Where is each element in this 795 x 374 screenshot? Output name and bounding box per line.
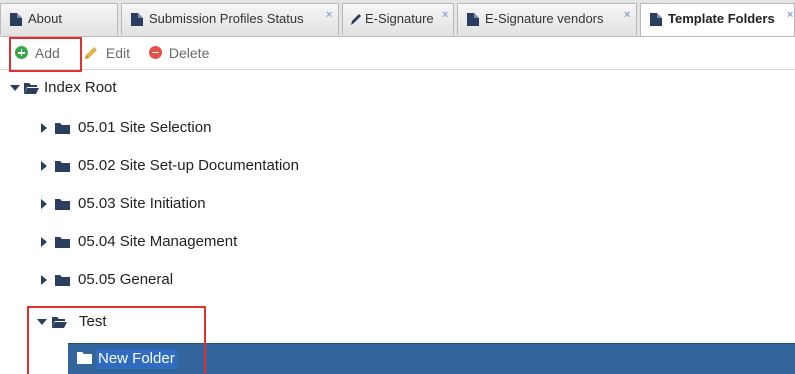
toolbar: Add Edit Delete xyxy=(0,37,795,72)
folder-tree: Index Root 05.01 Site Selection 05.02 Si… xyxy=(0,70,795,374)
close-icon[interactable]: × xyxy=(442,4,448,30)
tree-node-label: Index Root xyxy=(44,79,117,96)
tab-template-folders[interactable]: Template Folders × xyxy=(640,3,795,36)
tab-label: About xyxy=(28,11,62,26)
tree-node-item[interactable]: 05.04 Site Management xyxy=(0,230,795,254)
close-icon[interactable]: × xyxy=(624,4,630,30)
tree-node-item[interactable]: 05.03 Site Initiation xyxy=(0,192,795,216)
document-icon xyxy=(467,13,479,26)
caret-down-icon[interactable] xyxy=(10,76,20,100)
caret-right-icon[interactable] xyxy=(39,192,49,216)
edit-button[interactable]: Edit xyxy=(84,44,130,62)
tab-label: Template Folders xyxy=(668,11,775,26)
tree-node-label: 05.05 General xyxy=(78,271,174,288)
document-icon xyxy=(10,13,22,26)
tab-submission-profiles-status[interactable]: Submission Profiles Status × xyxy=(121,3,339,35)
tree-node-label: 05.01 Site Selection xyxy=(78,119,212,136)
tab-label: Submission Profiles Status xyxy=(149,11,304,26)
caret-right-icon[interactable] xyxy=(39,268,49,292)
document-icon xyxy=(650,13,662,26)
tree-node-item[interactable]: 05.01 Site Selection xyxy=(0,116,795,140)
caret-right-icon[interactable] xyxy=(39,154,49,178)
folder-icon xyxy=(55,275,70,286)
tree-node-label: 05.03 Site Initiation xyxy=(78,195,206,212)
delete-label: Delete xyxy=(168,45,210,61)
folder-open-icon xyxy=(24,83,39,94)
folder-icon xyxy=(55,161,70,172)
tab-e-signature[interactable]: E-Signature × xyxy=(342,3,454,35)
tab-about[interactable]: About xyxy=(0,3,118,35)
close-icon[interactable]: × xyxy=(326,4,332,30)
tab-bar: About Submission Profiles Status × E-Sig… xyxy=(0,0,795,37)
folder-icon xyxy=(55,123,70,134)
tree-node-label: 05.04 Site Management xyxy=(78,233,238,250)
caret-right-icon[interactable] xyxy=(39,230,49,254)
pen-icon xyxy=(351,14,361,25)
tree-node-root[interactable]: Index Root xyxy=(0,76,795,100)
test-folder-highlight xyxy=(27,306,206,374)
tab-e-signature-vendors[interactable]: E-Signature vendors × xyxy=(457,3,637,35)
tree-node-item[interactable]: 05.02 Site Set-up Documentation xyxy=(0,154,795,178)
tree-node-item[interactable]: 05.05 General xyxy=(0,268,795,292)
caret-right-icon[interactable] xyxy=(39,116,49,140)
folder-icon xyxy=(55,199,70,210)
tab-label: E-Signature vendors xyxy=(485,11,604,26)
document-icon xyxy=(131,13,143,26)
tab-label: E-Signature xyxy=(365,11,434,26)
template-folders-window: About Submission Profiles Status × E-Sig… xyxy=(0,0,795,374)
tree-node-label: 05.02 Site Set-up Documentation xyxy=(78,157,299,174)
pencil-icon xyxy=(85,47,97,59)
delete-button[interactable]: Delete xyxy=(149,44,209,62)
add-button-highlight xyxy=(9,37,82,72)
edit-label: Edit xyxy=(105,45,131,61)
close-icon[interactable]: × xyxy=(787,4,793,30)
delete-icon xyxy=(149,46,162,59)
folder-icon xyxy=(55,237,70,248)
